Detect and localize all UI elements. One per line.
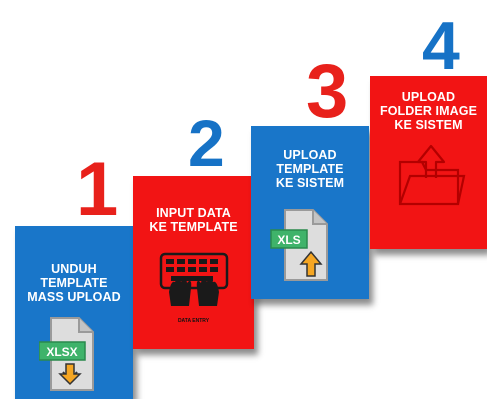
xls-upload-icon: XLS (269, 206, 335, 284)
step-title-4: UPLOAD FOLDER IMAGE KE SISTEM (379, 90, 478, 132)
step-card-2: INPUT DATA KE TEMPLATE DATA ENTRY (133, 176, 254, 349)
step-card-3: UPLOAD TEMPLATE KE SISTEM XLS (251, 126, 369, 299)
step-card-4: UPLOAD FOLDER IMAGE KE SISTEM (370, 76, 487, 249)
step-number-1: 1 (76, 147, 119, 232)
folder-upload-icon (396, 132, 466, 208)
step-number-3: 3 (306, 49, 349, 134)
step-title-2: INPUT DATA KE TEMPLATE (149, 206, 238, 234)
xlsx-download-icon: XLSX (39, 314, 99, 394)
step-card-1: UNDUH TEMPLATE MASS UPLOAD XLSX (15, 226, 133, 399)
step-number-4: 4 (422, 8, 460, 84)
step-title-1: UNDUH TEMPLATE MASS UPLOAD (27, 262, 121, 304)
step-title-3: UPLOAD TEMPLATE KE SISTEM (275, 148, 345, 190)
data-entry-keyboard-icon (159, 252, 229, 308)
data-entry-caption: DATA ENTRY (177, 318, 210, 324)
xlsx-label: XLSX (46, 345, 77, 359)
step-number-2: 2 (188, 106, 225, 180)
xls-label: XLS (277, 233, 300, 247)
